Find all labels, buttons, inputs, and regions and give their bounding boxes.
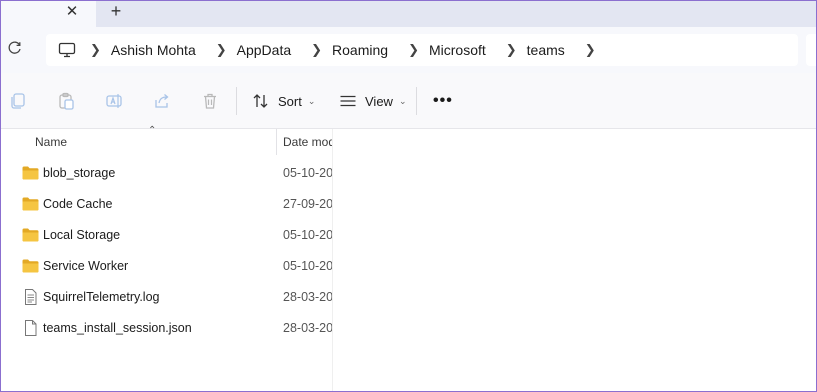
breadcrumb-roaming[interactable]: Roaming bbox=[332, 42, 388, 58]
more-options-button[interactable]: ••• bbox=[433, 90, 455, 112]
close-tab-icon[interactable]: ✕ bbox=[63, 3, 81, 21]
file-row[interactable]: Service Worker 05-10-2023 bbox=[1, 251, 332, 282]
tab-strip: ✕ + bbox=[1, 1, 816, 27]
paste-icon[interactable] bbox=[57, 92, 75, 110]
breadcrumb-teams[interactable]: teams bbox=[527, 42, 565, 58]
rename-icon[interactable] bbox=[105, 92, 123, 110]
chevron-right-icon[interactable]: ❯ bbox=[90, 42, 101, 58]
file-name: SquirrelTelemetry.log bbox=[43, 290, 160, 304]
delete-icon[interactable] bbox=[201, 92, 219, 110]
refresh-icon[interactable] bbox=[5, 40, 25, 60]
sort-ascending-icon: ⌃ bbox=[148, 125, 157, 136]
breadcrumb-user[interactable]: Ashish Mohta bbox=[111, 42, 196, 58]
share-icon[interactable] bbox=[153, 92, 171, 110]
sort-label: Sort bbox=[278, 93, 302, 109]
chevron-down-icon: ⌄ bbox=[307, 95, 316, 106]
breadcrumb-microsoft[interactable]: Microsoft bbox=[429, 42, 486, 58]
file-row[interactable]: teams_install_session.json 28-03-2023 bbox=[1, 313, 332, 344]
folder-icon bbox=[22, 228, 39, 242]
text-file-icon bbox=[25, 289, 37, 305]
file-explorer-window: ✕ + ❯ Ashish Mohta ❯ AppData ❯ Roaming ❯… bbox=[0, 0, 817, 392]
column-header-name[interactable]: Name bbox=[35, 135, 67, 149]
file-date: 05-10-2023 bbox=[283, 259, 332, 273]
copy-icon[interactable] bbox=[9, 92, 27, 110]
chevron-right-icon[interactable]: ❯ bbox=[585, 42, 596, 58]
file-row[interactable]: SquirrelTelemetry.log 28-03-2023 bbox=[1, 282, 332, 313]
file-name: teams_install_session.json bbox=[43, 321, 192, 335]
chevron-right-icon[interactable]: ❯ bbox=[311, 42, 322, 58]
sort-icon bbox=[253, 94, 268, 108]
file-name: Local Storage bbox=[43, 228, 121, 242]
chevron-down-icon: ⌄ bbox=[398, 95, 407, 106]
file-list: ⌃ Name Date modified blob_storage 05-10-2… bbox=[1, 125, 816, 391]
active-tab[interactable] bbox=[1, 1, 96, 27]
file-date: 05-10-2023 bbox=[283, 228, 332, 242]
breadcrumb-appdata[interactable]: AppData bbox=[237, 42, 291, 58]
file-date: 05-10-2023 bbox=[283, 166, 332, 180]
column-edge bbox=[332, 129, 333, 391]
toolbar-divider bbox=[416, 87, 417, 115]
this-pc-icon[interactable] bbox=[58, 41, 76, 59]
file-date: 27-09-2023 bbox=[283, 197, 332, 211]
address-bar[interactable]: ❯ Ashish Mohta ❯ AppData ❯ Roaming ❯ Mic… bbox=[46, 34, 798, 66]
file-row[interactable]: Code Cache 27-09-2023 bbox=[1, 189, 332, 220]
refresh-glyph bbox=[8, 41, 21, 54]
file-row[interactable]: Local Storage 05-10-2023 bbox=[1, 220, 332, 251]
chevron-right-icon[interactable]: ❯ bbox=[506, 42, 517, 58]
view-label: View bbox=[365, 93, 393, 109]
address-row: ❯ Ashish Mohta ❯ AppData ❯ Roaming ❯ Mic… bbox=[1, 27, 816, 73]
file-icon bbox=[25, 320, 37, 336]
toolbar-divider bbox=[236, 87, 237, 115]
column-divider[interactable] bbox=[276, 129, 277, 155]
view-button[interactable]: View ⌄ bbox=[339, 89, 407, 113]
search-input[interactable] bbox=[806, 34, 816, 66]
file-date: 28-03-2023 bbox=[283, 290, 332, 304]
command-bar: Sort ⌄ View ⌄ ••• bbox=[1, 73, 816, 129]
sort-button[interactable]: Sort ⌄ bbox=[252, 89, 315, 113]
chevron-right-icon[interactable]: ❯ bbox=[408, 42, 419, 58]
folder-icon bbox=[22, 259, 39, 273]
file-row[interactable]: blob_storage 05-10-2023 bbox=[1, 158, 332, 189]
new-tab-button[interactable]: + bbox=[107, 2, 125, 20]
view-icon bbox=[340, 95, 356, 107]
folder-icon bbox=[22, 166, 39, 180]
file-name: blob_storage bbox=[43, 166, 116, 180]
chevron-right-icon[interactable]: ❯ bbox=[216, 42, 227, 58]
file-date: 28-03-2023 bbox=[283, 321, 332, 335]
file-name: Service Worker bbox=[43, 259, 129, 273]
folder-icon bbox=[22, 197, 39, 211]
column-header-date[interactable]: Date modified bbox=[283, 135, 332, 149]
file-name: Code Cache bbox=[43, 197, 113, 211]
